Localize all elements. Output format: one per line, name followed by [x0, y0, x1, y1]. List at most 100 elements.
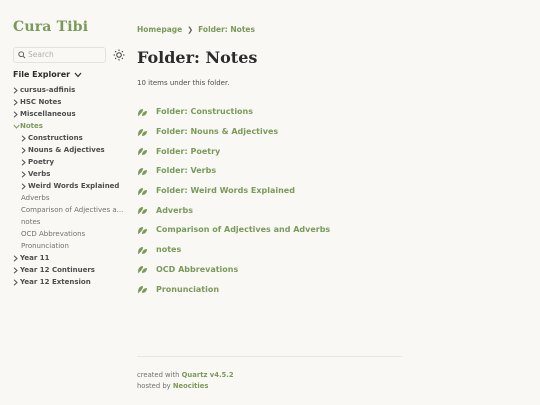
explorer-folder[interactable]: Weird Words Explained	[13, 180, 131, 192]
explorer-folder[interactable]: cursus-adfinis	[13, 84, 131, 96]
file-explorer-toggle[interactable]: File Explorer	[13, 70, 82, 79]
explorer-file[interactable]: Pronunciation	[13, 240, 131, 252]
explorer-item-label: Weird Words Explained	[28, 182, 120, 190]
neocities-link[interactable]: Neocities	[173, 382, 209, 390]
leaf-icon	[137, 108, 147, 117]
explorer-item-label: Miscellaneous	[20, 110, 76, 118]
folder-list-item[interactable]: OCD Abbrevations	[137, 260, 405, 280]
chevron-right-icon	[21, 158, 26, 166]
footer-created: created with Quartz v4.5.2	[137, 370, 234, 381]
folder-list-item[interactable]: notes	[137, 240, 405, 260]
folder-list-item[interactable]: Comparison of Adjectives and Adverbs	[137, 220, 405, 240]
folder-list-item-label: Pronunciation	[156, 284, 220, 294]
explorer-folder[interactable]: Notes	[13, 120, 131, 132]
quartz-link[interactable]: Quartz v4.5.2	[182, 371, 234, 379]
explorer-folder[interactable]: Year 12 Extension	[13, 276, 131, 288]
folder-list-item[interactable]: Folder: Constructions	[137, 102, 405, 122]
explorer-item-label: Nouns & Adjectives	[28, 146, 105, 154]
search-button[interactable]: Search	[13, 47, 106, 63]
explorer-item-label: cursus-adfinis	[20, 86, 76, 94]
chevron-right-icon	[13, 98, 18, 106]
leaf-icon	[137, 226, 147, 235]
folder-list-item-label: Comparison of Adjectives and Adverbs	[156, 225, 331, 235]
explorer-folder[interactable]: Miscellaneous	[13, 108, 131, 120]
leaf-icon	[137, 246, 147, 254]
folder-list-item-label: Folder: Constructions	[156, 107, 254, 117]
explorer-file[interactable]: Adverbs	[13, 192, 131, 204]
footer-divider	[137, 356, 402, 357]
site-title[interactable]: Cura Tibi	[13, 19, 88, 35]
explorer-folder[interactable]: HSC Notes	[13, 96, 131, 108]
folder-list-item-label: notes	[156, 245, 182, 255]
explorer-folder[interactable]: Verbs	[13, 168, 131, 180]
folder-list-item[interactable]: Pronunciation	[137, 279, 405, 299]
explorer-item-label: Poetry	[28, 158, 55, 166]
chevron-right-icon	[21, 182, 26, 190]
folder-list-item[interactable]: Folder: Weird Words Explained	[137, 181, 405, 201]
search-row: Search	[13, 47, 128, 63]
chevron-right-icon	[13, 278, 18, 286]
explorer-item-label: Notes	[20, 122, 43, 130]
search-icon	[18, 51, 26, 59]
chevron-right-icon	[21, 146, 26, 154]
explorer-item-label: Year 12 Extension	[20, 278, 91, 286]
explorer-file[interactable]: notes	[13, 216, 131, 228]
folder-list-item-label: Folder: Poetry	[156, 146, 221, 156]
footer-hosted: hosted by Neocities	[137, 381, 234, 392]
footer: created with Quartz v4.5.2 hosted by Neo…	[137, 370, 234, 391]
folder-list-item-label: Folder: Weird Words Explained	[156, 186, 295, 196]
explorer-file[interactable]: Comparison of Adjectives a...	[13, 204, 131, 216]
chevron-right-icon	[13, 110, 18, 118]
footer-created-text: created with	[137, 371, 180, 379]
page-title: Folder: Notes	[137, 48, 258, 67]
main-content: Homepage ❯ Folder: Notes Folder: Notes 1…	[137, 0, 405, 405]
explorer-item-label: HSC Notes	[20, 98, 62, 106]
chevron-down-icon	[13, 124, 20, 129]
footer-hosted-text: hosted by	[137, 381, 171, 390]
chevron-right-icon	[13, 254, 18, 262]
leaf-icon	[137, 187, 147, 195]
chevron-right-icon	[21, 170, 26, 178]
chevron-right-icon: ❯	[187, 25, 194, 34]
leaf-icon	[137, 207, 147, 215]
explorer-item-label: Pronunciation	[21, 242, 69, 250]
explorer-folder[interactable]: Constructions	[13, 132, 131, 144]
folder-list-item[interactable]: Folder: Verbs	[137, 161, 405, 181]
leaf-icon	[137, 286, 147, 294]
chevron-down-icon	[74, 72, 82, 77]
sidebar: Cura Tibi Search File Explorer cursus-ad…	[13, 0, 131, 405]
explorer-item-label: Adverbs	[21, 194, 50, 202]
chevron-right-icon	[21, 134, 26, 142]
leaf-icon	[137, 148, 147, 156]
explorer-file[interactable]: OCD Abbrevations	[13, 228, 131, 240]
explorer-folder[interactable]: Poetry	[13, 156, 131, 168]
sun-icon[interactable]	[113, 49, 125, 61]
explorer-item-label: Year 11	[20, 254, 50, 262]
explorer-folder[interactable]: Year 12 Continuers	[13, 264, 131, 276]
explorer-item-label: Year 12 Continuers	[20, 266, 95, 274]
folder-list-item-label: OCD Abbrevations	[156, 264, 239, 274]
folder-list-item[interactable]: Folder: Nouns & Adjectives	[137, 122, 405, 142]
leaf-icon	[137, 266, 147, 274]
folder-list-item[interactable]: Adverbs	[137, 200, 405, 220]
explorer-item-label: OCD Abbrevations	[21, 230, 86, 238]
explorer-folder[interactable]: Nouns & Adjectives	[13, 144, 131, 156]
chevron-right-icon	[13, 266, 18, 274]
breadcrumb: Homepage ❯ Folder: Notes	[137, 25, 255, 34]
leaf-icon	[137, 167, 147, 176]
folder-list-item-label: Adverbs	[156, 205, 193, 215]
breadcrumb-current[interactable]: Folder: Notes	[198, 25, 255, 34]
explorer-item-label: notes	[21, 218, 41, 226]
folder-item-list: Folder: Constructions Folder: Nouns & Adj…	[137, 102, 405, 299]
explorer-item-label: Comparison of Adjectives a...	[21, 206, 124, 214]
folder-list-item[interactable]: Folder: Poetry	[137, 141, 405, 161]
leaf-icon	[137, 128, 147, 136]
folder-list-item-label: Folder: Nouns & Adjectives	[156, 127, 279, 137]
item-count: 10 items under this folder.	[137, 79, 230, 87]
breadcrumb-home[interactable]: Homepage	[137, 25, 182, 34]
explorer-folder[interactable]: Year 11	[13, 252, 131, 264]
explorer-item-label: Constructions	[28, 134, 83, 142]
file-explorer-title: File Explorer	[13, 70, 71, 79]
explorer-item-label: Verbs	[28, 170, 51, 178]
search-placeholder: Search	[28, 50, 54, 59]
